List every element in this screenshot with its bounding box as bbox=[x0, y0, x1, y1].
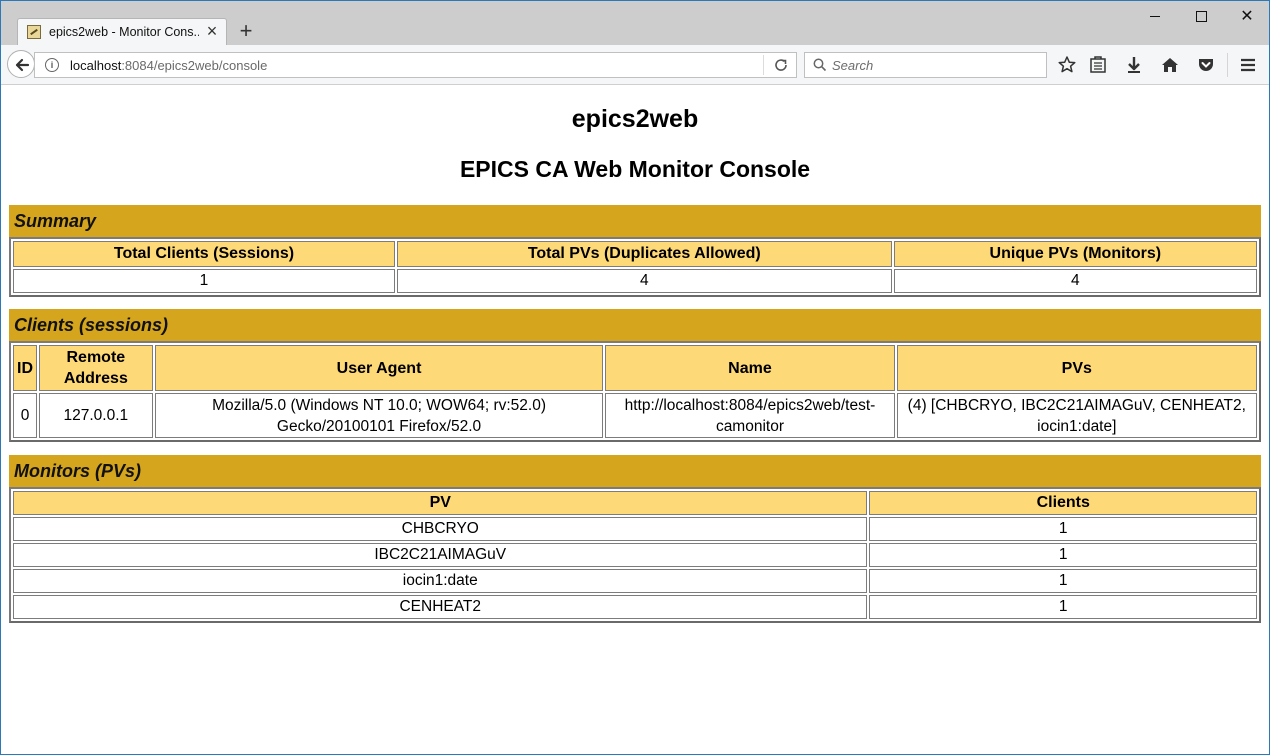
search-placeholder: Search bbox=[832, 58, 874, 73]
pv-name: iocin1:date bbox=[13, 569, 868, 593]
download-icon[interactable] bbox=[1124, 55, 1144, 75]
clients-count-header: Clients bbox=[869, 491, 1257, 515]
clients-heading: Clients (sessions) bbox=[9, 309, 1261, 341]
close-window-button[interactable]: ✕ bbox=[1224, 3, 1270, 31]
maximize-button[interactable] bbox=[1178, 3, 1224, 31]
console-title: EPICS CA Web Monitor Console bbox=[459, 156, 811, 182]
total-clients-value: 1 bbox=[13, 269, 395, 293]
id-header: ID bbox=[13, 345, 37, 391]
monitors-heading: Monitors (PVs) bbox=[9, 455, 1261, 487]
back-arrow-icon bbox=[15, 58, 30, 72]
total-pvs-value: 4 bbox=[396, 269, 892, 293]
info-icon[interactable]: i bbox=[45, 58, 59, 72]
user-agent-header: User Agent bbox=[154, 345, 604, 391]
hamburger-menu-icon[interactable] bbox=[1238, 55, 1258, 75]
search-icon bbox=[813, 58, 827, 72]
client-id: 0 bbox=[13, 393, 37, 438]
title-bar: epics2web - Monitor Cons... × + ✕ bbox=[1, 1, 1270, 46]
summary-heading: Summary bbox=[9, 205, 1261, 237]
browser-tab[interactable]: epics2web - Monitor Cons... × bbox=[17, 18, 227, 46]
clients-header-row: ID Remote Address User Agent Name PVs bbox=[13, 345, 1257, 391]
name-header: Name bbox=[605, 345, 895, 391]
close-tab-icon[interactable]: × bbox=[204, 22, 220, 40]
home-icon[interactable] bbox=[1160, 55, 1180, 75]
page-content: epics2web EPICS CA Web Monitor Console S… bbox=[1, 85, 1269, 753]
unique-pvs-header: Unique PVs (Monitors) bbox=[893, 241, 1257, 267]
reload-icon[interactable] bbox=[773, 57, 789, 73]
client-remote-address: 127.0.0.1 bbox=[39, 393, 153, 438]
favicon-icon bbox=[27, 25, 41, 39]
search-bar[interactable]: Search bbox=[804, 52, 1047, 78]
url-separator bbox=[763, 55, 764, 75]
back-button[interactable] bbox=[7, 50, 35, 78]
url-text[interactable]: localhost:8084/epics2web/console bbox=[70, 58, 267, 73]
minimize-button[interactable] bbox=[1132, 3, 1178, 31]
url-path: :8084/epics2web/console bbox=[121, 58, 268, 73]
site-title: epics2web bbox=[571, 105, 699, 133]
total-clients-header: Total Clients (Sessions) bbox=[13, 241, 395, 267]
unique-pvs-value: 4 bbox=[893, 269, 1257, 293]
clients-table: ID Remote Address User Agent Name PVs 0 … bbox=[9, 341, 1261, 442]
client-pvs: (4) [CHBCRYO, IBC2C21AIMAGuV, CENHEAT2, … bbox=[896, 393, 1257, 438]
summary-table: Total Clients (Sessions) Total PVs (Dupl… bbox=[9, 237, 1261, 297]
new-tab-icon[interactable]: + bbox=[235, 20, 257, 42]
bookmark-star-icon[interactable] bbox=[1057, 55, 1077, 75]
pv-client-count: 1 bbox=[869, 595, 1257, 619]
table-row: CENHEAT2 1 bbox=[13, 595, 1257, 619]
pv-client-count: 1 bbox=[869, 543, 1257, 567]
table-row: CHBCRYO 1 bbox=[13, 517, 1257, 541]
toolbar-separator bbox=[1227, 53, 1228, 77]
monitors-section: Monitors (PVs) PV Clients CHBCRYO 1 IBC2… bbox=[9, 455, 1261, 623]
summary-value-row: 1 4 4 bbox=[13, 269, 1257, 293]
tab-title: epics2web - Monitor Cons... bbox=[49, 25, 199, 39]
summary-header-row: Total Clients (Sessions) Total PVs (Dupl… bbox=[13, 241, 1257, 267]
pv-client-count: 1 bbox=[869, 569, 1257, 593]
table-row: iocin1:date 1 bbox=[13, 569, 1257, 593]
table-row: 0 127.0.0.1 Mozilla/5.0 (Windows NT 10.0… bbox=[13, 393, 1257, 438]
monitors-header-row: PV Clients bbox=[13, 491, 1257, 515]
pv-name: CHBCRYO bbox=[13, 517, 868, 541]
total-pvs-header: Total PVs (Duplicates Allowed) bbox=[396, 241, 892, 267]
clients-section: Clients (sessions) ID Remote Address Use… bbox=[9, 309, 1261, 442]
pv-header: PV bbox=[13, 491, 868, 515]
remote-address-header: Remote Address bbox=[39, 345, 153, 391]
client-user-agent: Mozilla/5.0 (Windows NT 10.0; WOW64; rv:… bbox=[154, 393, 604, 438]
pocket-icon[interactable] bbox=[1196, 55, 1216, 75]
url-host: localhost bbox=[70, 58, 122, 73]
pvs-header: PVs bbox=[896, 345, 1257, 391]
address-bar[interactable]: i localhost:8084/epics2web/console bbox=[34, 52, 797, 78]
client-name: http://localhost:8084/epics2web/test-cam… bbox=[605, 393, 895, 438]
navigation-bar: i localhost:8084/epics2web/console Searc… bbox=[1, 45, 1269, 85]
reading-list-icon[interactable] bbox=[1088, 55, 1108, 75]
pv-name: IBC2C21AIMAGuV bbox=[13, 543, 868, 567]
table-row: IBC2C21AIMAGuV 1 bbox=[13, 543, 1257, 567]
monitors-table: PV Clients CHBCRYO 1 IBC2C21AIMAGuV 1 io… bbox=[9, 487, 1261, 623]
pv-client-count: 1 bbox=[869, 517, 1257, 541]
summary-section: Summary Total Clients (Sessions) Total P… bbox=[9, 205, 1261, 297]
pv-name: CENHEAT2 bbox=[13, 595, 868, 619]
